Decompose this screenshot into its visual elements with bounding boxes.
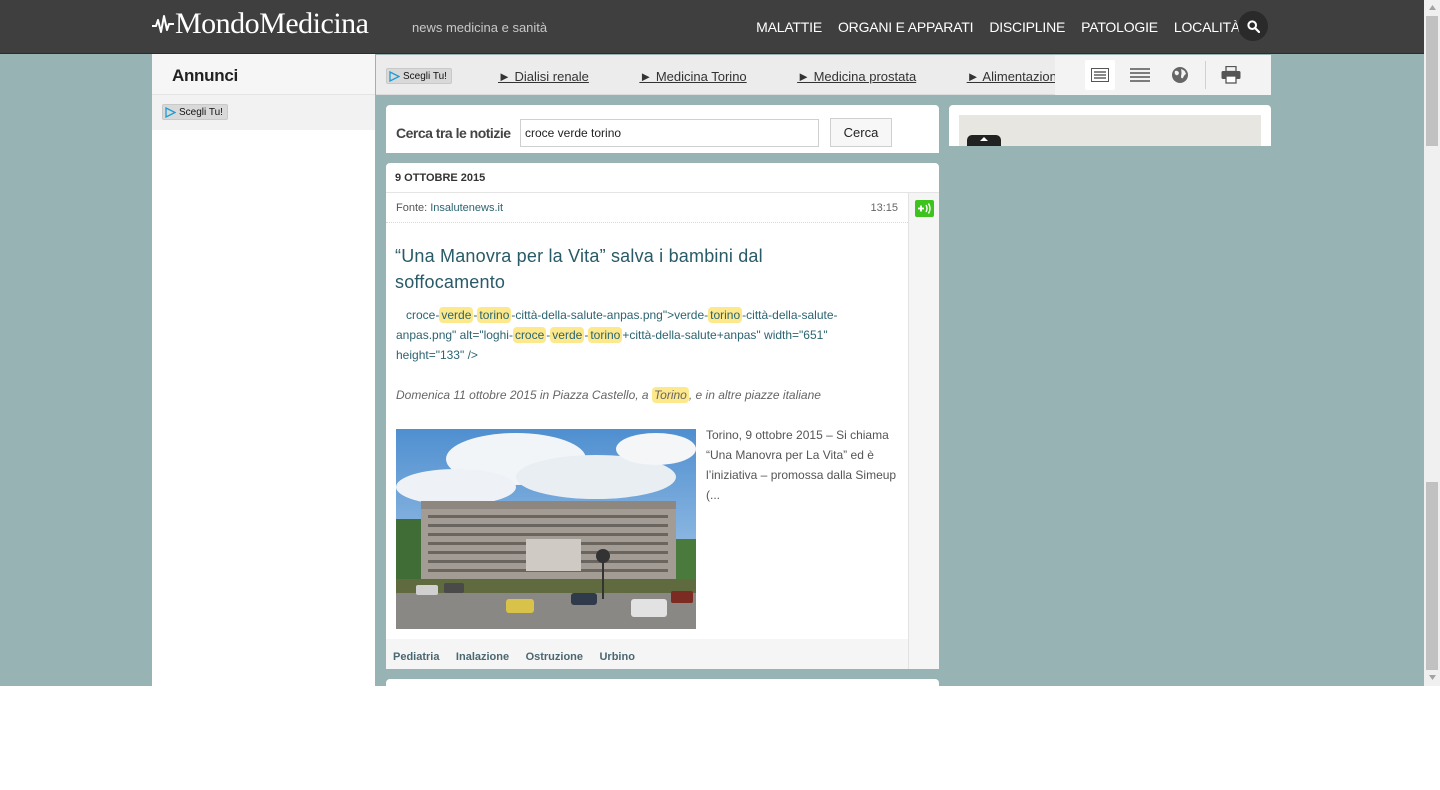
header-search-button[interactable] [1238,11,1268,41]
search-input[interactable] [520,119,819,147]
article-snippet: croce-verde - torino -città-della-salute-an… [396,305,876,365]
article-title[interactable]: “Una Manovra per la Vita” salva i bambin… [395,243,875,295]
nav-discipline[interactable]: DISCIPLINE [989,19,1065,35]
keyword-highlight: Torino [651,387,689,403]
article-source: Fonte: Insalutenews.it [396,202,503,214]
article-card: 9 OTTOBRE 2015 Fonte: Insalutenews.it 13… [386,163,939,669]
article-date: 9 OTTOBRE 2015 [386,163,939,193]
search-icon [1246,19,1260,33]
article-side-rail [908,193,939,669]
lead-text: , e in altre piazze italiane [688,388,821,402]
ad-links: ► Dialisi renale ► Medicina Torino ► Med… [498,68,1055,86]
page-viewport: MondoMedicina news medicina e sanità MAL… [0,0,1424,686]
vertical-scrollbar[interactable] [1424,0,1440,686]
adchoice-play-icon [165,106,176,118]
logo-text: MondoMedicina [175,7,369,40]
ad-link-dialisi-renale[interactable]: ► Dialisi renale [498,69,589,84]
compact-list-button[interactable] [1125,60,1155,90]
tag-ostruzione[interactable]: Ostruzione [526,651,583,663]
main-navigation: MALATTIE ORGANI E APPARATI DISCIPLINE PA… [756,19,1240,35]
sidebar-title: Annunci [152,54,375,95]
adchoice-play-icon [389,70,400,82]
top-header: MondoMedicina news medicina e sanità MAL… [0,0,1424,54]
keyword-highlight: croce [512,327,547,343]
article-lead: Domenica 11 ottobre 2015 in Piazza Caste… [396,385,896,405]
right-panel-widget [959,115,1261,146]
scroll-thumb[interactable] [1426,16,1438,146]
hospital-photo [396,429,696,629]
tag-inalazione[interactable]: Inalazione [456,651,509,663]
next-article-card [386,679,939,686]
site-tagline: news medicina e sanità [412,20,548,35]
share-plus-icon [918,203,931,214]
scroll-thumb-lower[interactable] [1426,482,1438,670]
nav-patologie[interactable]: PATOLOGIE [1081,19,1158,35]
scroll-up-arrow[interactable] [1424,0,1440,16]
adchoice-label: Scegli Tu! [179,106,223,118]
list-view-icon [1091,68,1109,82]
ad-link-medicina-prostata[interactable]: ► Medicina prostata [797,69,916,84]
keyword-highlight: verde [439,307,474,323]
nav-malattie[interactable]: MALATTIE [756,19,822,35]
sidebar-adchoice-button[interactable]: Scegli Tu! [162,104,228,120]
right-panel [949,105,1271,146]
news-search-panel: Cerca tra le notizie Cerca [386,105,939,153]
ad-link-medicina-torino[interactable]: ► Medicina Torino [639,69,746,84]
print-button[interactable] [1216,60,1246,90]
article-meta: Fonte: Insalutenews.it 13:15 [386,193,908,223]
search-label: Cerca tra le notizie [396,125,511,141]
arrow-down-icon [1428,675,1436,680]
search-submit-button[interactable]: Cerca [830,118,892,147]
tag-pediatria[interactable]: Pediatria [393,651,439,663]
globe-icon [1172,67,1188,83]
source-label: Fonte: [396,202,428,214]
ad-links-strip: Scegli Tu! ► Dialisi renale ► Medicina T… [376,55,1271,95]
snippet-text: -città-della-salute-anpas.png">verde- [511,308,709,322]
scroll-down-arrow[interactable] [1424,670,1440,686]
share-button[interactable] [915,200,934,217]
ad-link-alimentazione[interactable]: ► Alimentazione [967,69,1055,84]
compact-list-icon [1130,67,1150,82]
source-link[interactable]: Insalutenews.it [430,202,503,214]
article-image[interactable] [396,429,696,629]
left-sidebar: Annunci Scegli Tu! [152,54,375,686]
article-time: 13:15 [870,202,898,214]
keyword-highlight: torino [708,307,743,323]
sidebar-ad-band: Scegli Tu! [152,95,375,130]
site-logo[interactable]: MondoMedicina [152,6,369,42]
heartbeat-logo-icon [152,15,174,33]
keyword-highlight: verde [550,327,585,343]
article-excerpt: Torino, 9 ottobre 2015 – Si chiama “Una … [706,428,897,502]
nav-localita[interactable]: LOCALITÀ [1174,19,1240,35]
strip-adchoice-button[interactable]: Scegli Tu! [386,68,452,84]
keyword-highlight: torino [477,307,512,323]
view-tools [1055,55,1271,95]
lead-text: Domenica 11 ottobre 2015 in Piazza Caste… [396,388,649,402]
adchoice-label: Scegli Tu! [403,70,447,82]
widget-badge-icon [967,135,1001,146]
keyword-highlight: torino [588,327,623,343]
tools-separator [1205,61,1206,89]
article-tags: Pediatria Inalazione Ostruzione Urbino [386,639,908,669]
nav-organi-e-apparati[interactable]: ORGANI E APPARATI [838,19,974,35]
list-view-button[interactable] [1085,60,1115,90]
snippet-text: croce- [406,308,440,322]
arrow-up-icon [1428,5,1436,10]
map-view-button[interactable] [1165,60,1195,90]
print-icon [1221,66,1241,84]
tag-urbino[interactable]: Urbino [599,651,634,663]
